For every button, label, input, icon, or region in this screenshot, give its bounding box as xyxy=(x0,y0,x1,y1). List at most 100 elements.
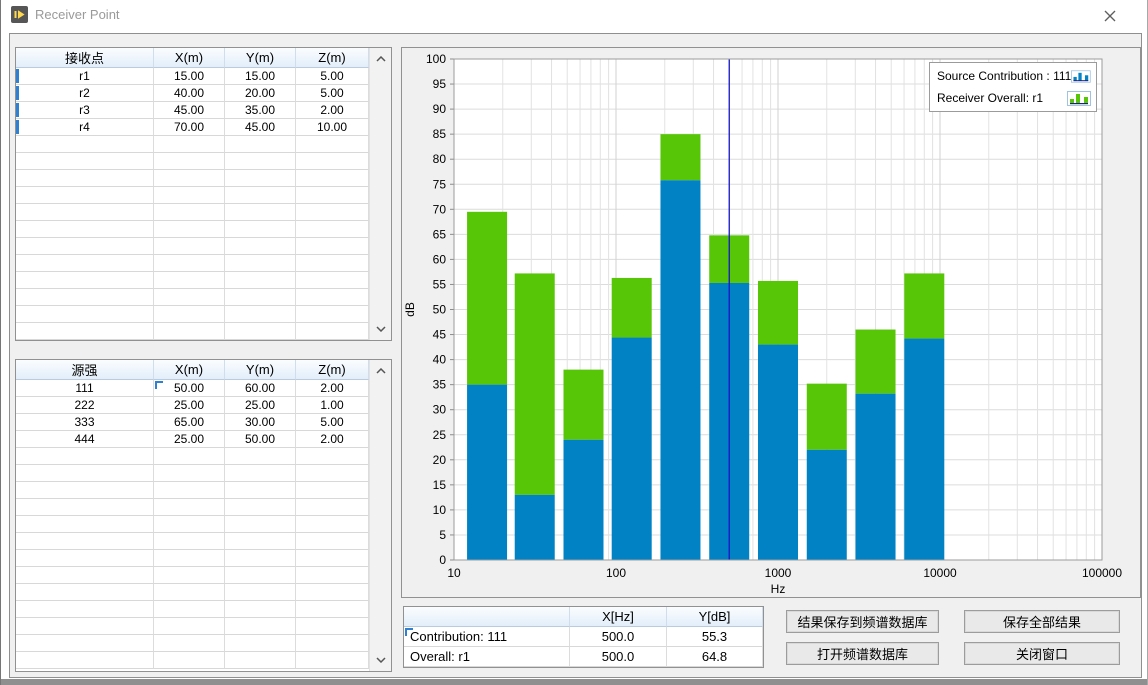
table-row-empty[interactable] xyxy=(16,448,369,465)
table-cell[interactable]: 111 xyxy=(16,380,154,397)
table-cell[interactable] xyxy=(225,170,296,187)
table-cell[interactable] xyxy=(16,255,154,272)
table-cell[interactable] xyxy=(16,601,154,618)
table-row-empty[interactable] xyxy=(16,306,369,323)
table-cell[interactable] xyxy=(16,584,154,601)
column-header[interactable]: Y(m) xyxy=(225,48,296,68)
table-cell[interactable]: r2 xyxy=(16,85,154,102)
table-cell[interactable] xyxy=(154,584,225,601)
table-cell[interactable] xyxy=(296,652,369,669)
table-row-empty[interactable] xyxy=(16,289,369,306)
table-cell[interactable] xyxy=(296,136,369,153)
table-cell[interactable]: 20.00 xyxy=(225,85,296,102)
table-cell[interactable] xyxy=(225,255,296,272)
table-cell[interactable]: 5.00 xyxy=(296,68,369,85)
table-cell[interactable] xyxy=(225,465,296,482)
spectrum-chart[interactable]: 0510152025303540455055606570758085909510… xyxy=(402,48,1140,602)
table-cell[interactable] xyxy=(16,238,154,255)
table-cell[interactable]: 25.00 xyxy=(225,397,296,414)
table-cell[interactable] xyxy=(16,567,154,584)
table-cell[interactable]: 50.00 xyxy=(154,380,225,397)
table-cell[interactable]: 60.00 xyxy=(225,380,296,397)
column-header[interactable]: X[Hz] xyxy=(570,607,667,627)
table-row-empty[interactable] xyxy=(16,618,369,635)
table-cell[interactable] xyxy=(225,652,296,669)
table-cell[interactable] xyxy=(296,238,369,255)
table-cell[interactable] xyxy=(296,533,369,550)
table-row-empty[interactable] xyxy=(16,533,369,550)
legend-item-contribution[interactable]: Source Contribution : 111 xyxy=(930,65,1096,87)
table-cell[interactable] xyxy=(296,272,369,289)
table-cell[interactable] xyxy=(154,187,225,204)
table-cell[interactable]: 5.00 xyxy=(296,414,369,431)
table-cell[interactable] xyxy=(16,272,154,289)
table-cell[interactable] xyxy=(296,306,369,323)
table-cell[interactable] xyxy=(225,153,296,170)
source-table-scrollbar[interactable] xyxy=(369,360,391,671)
table-cell[interactable] xyxy=(296,601,369,618)
table-cell[interactable]: 70.00 xyxy=(154,119,225,136)
table-cell[interactable] xyxy=(225,618,296,635)
table-row-empty[interactable] xyxy=(16,238,369,255)
table-cell[interactable] xyxy=(154,652,225,669)
table-cell[interactable] xyxy=(154,221,225,238)
table-row[interactable]: r345.0035.002.00 xyxy=(16,102,369,119)
table-cell[interactable]: 10.00 xyxy=(296,119,369,136)
table-row-empty[interactable] xyxy=(16,465,369,482)
table-cell[interactable] xyxy=(154,272,225,289)
table-cell[interactable] xyxy=(154,153,225,170)
table-row[interactable]: r115.0015.005.00 xyxy=(16,68,369,85)
scroll-up-icon[interactable] xyxy=(370,362,391,380)
save-all-results-button[interactable]: 保存全部结果 xyxy=(964,610,1120,633)
column-header[interactable] xyxy=(404,607,570,627)
table-cell[interactable]: 40.00 xyxy=(154,85,225,102)
table-cell[interactable] xyxy=(296,567,369,584)
table-cell[interactable] xyxy=(154,601,225,618)
table-cell[interactable] xyxy=(296,323,369,340)
table-row-empty[interactable] xyxy=(16,255,369,272)
table-row-empty[interactable] xyxy=(16,204,369,221)
table-row-empty[interactable] xyxy=(16,170,369,187)
table-cell[interactable]: 55.3 xyxy=(667,627,763,647)
table-cell[interactable] xyxy=(16,533,154,550)
table-cell[interactable] xyxy=(225,448,296,465)
table-row-empty[interactable] xyxy=(16,601,369,618)
column-header[interactable]: Y(m) xyxy=(225,360,296,380)
table-cell[interactable] xyxy=(154,618,225,635)
table-row-empty[interactable] xyxy=(16,187,369,204)
table-cell[interactable]: Overall: r1 xyxy=(404,647,570,667)
table-cell[interactable] xyxy=(296,448,369,465)
table-cell[interactable] xyxy=(154,499,225,516)
table-cell[interactable] xyxy=(16,482,154,499)
table-cell[interactable] xyxy=(154,170,225,187)
table-cell[interactable] xyxy=(16,499,154,516)
table-cell[interactable] xyxy=(16,323,154,340)
table-cell[interactable]: 1.00 xyxy=(296,397,369,414)
table-row[interactable]: 33365.0030.005.00 xyxy=(16,414,369,431)
table-cell[interactable] xyxy=(296,255,369,272)
table-cell[interactable] xyxy=(225,482,296,499)
table-cell[interactable] xyxy=(225,567,296,584)
table-cell[interactable] xyxy=(296,516,369,533)
table-cell[interactable] xyxy=(225,635,296,652)
table-cell[interactable]: 2.00 xyxy=(296,102,369,119)
table-cell[interactable] xyxy=(154,204,225,221)
table-cell[interactable] xyxy=(296,499,369,516)
table-cell[interactable] xyxy=(16,136,154,153)
table-cell[interactable] xyxy=(154,516,225,533)
table-cell[interactable]: 222 xyxy=(16,397,154,414)
table-cell[interactable]: r1 xyxy=(16,68,154,85)
table-row-empty[interactable] xyxy=(16,153,369,170)
table-cell[interactable]: 50.00 xyxy=(225,431,296,448)
table-cell[interactable] xyxy=(154,482,225,499)
table-row-empty[interactable] xyxy=(16,323,369,340)
table-row[interactable]: 44425.0050.002.00 xyxy=(16,431,369,448)
table-row-empty[interactable] xyxy=(16,584,369,601)
table-cell[interactable]: 15.00 xyxy=(225,68,296,85)
table-cell[interactable] xyxy=(225,187,296,204)
table-cell[interactable]: 64.8 xyxy=(667,647,763,667)
table-cell[interactable] xyxy=(154,255,225,272)
table-row-empty[interactable] xyxy=(16,635,369,652)
table-row-empty[interactable] xyxy=(16,516,369,533)
table-cell[interactable] xyxy=(296,465,369,482)
